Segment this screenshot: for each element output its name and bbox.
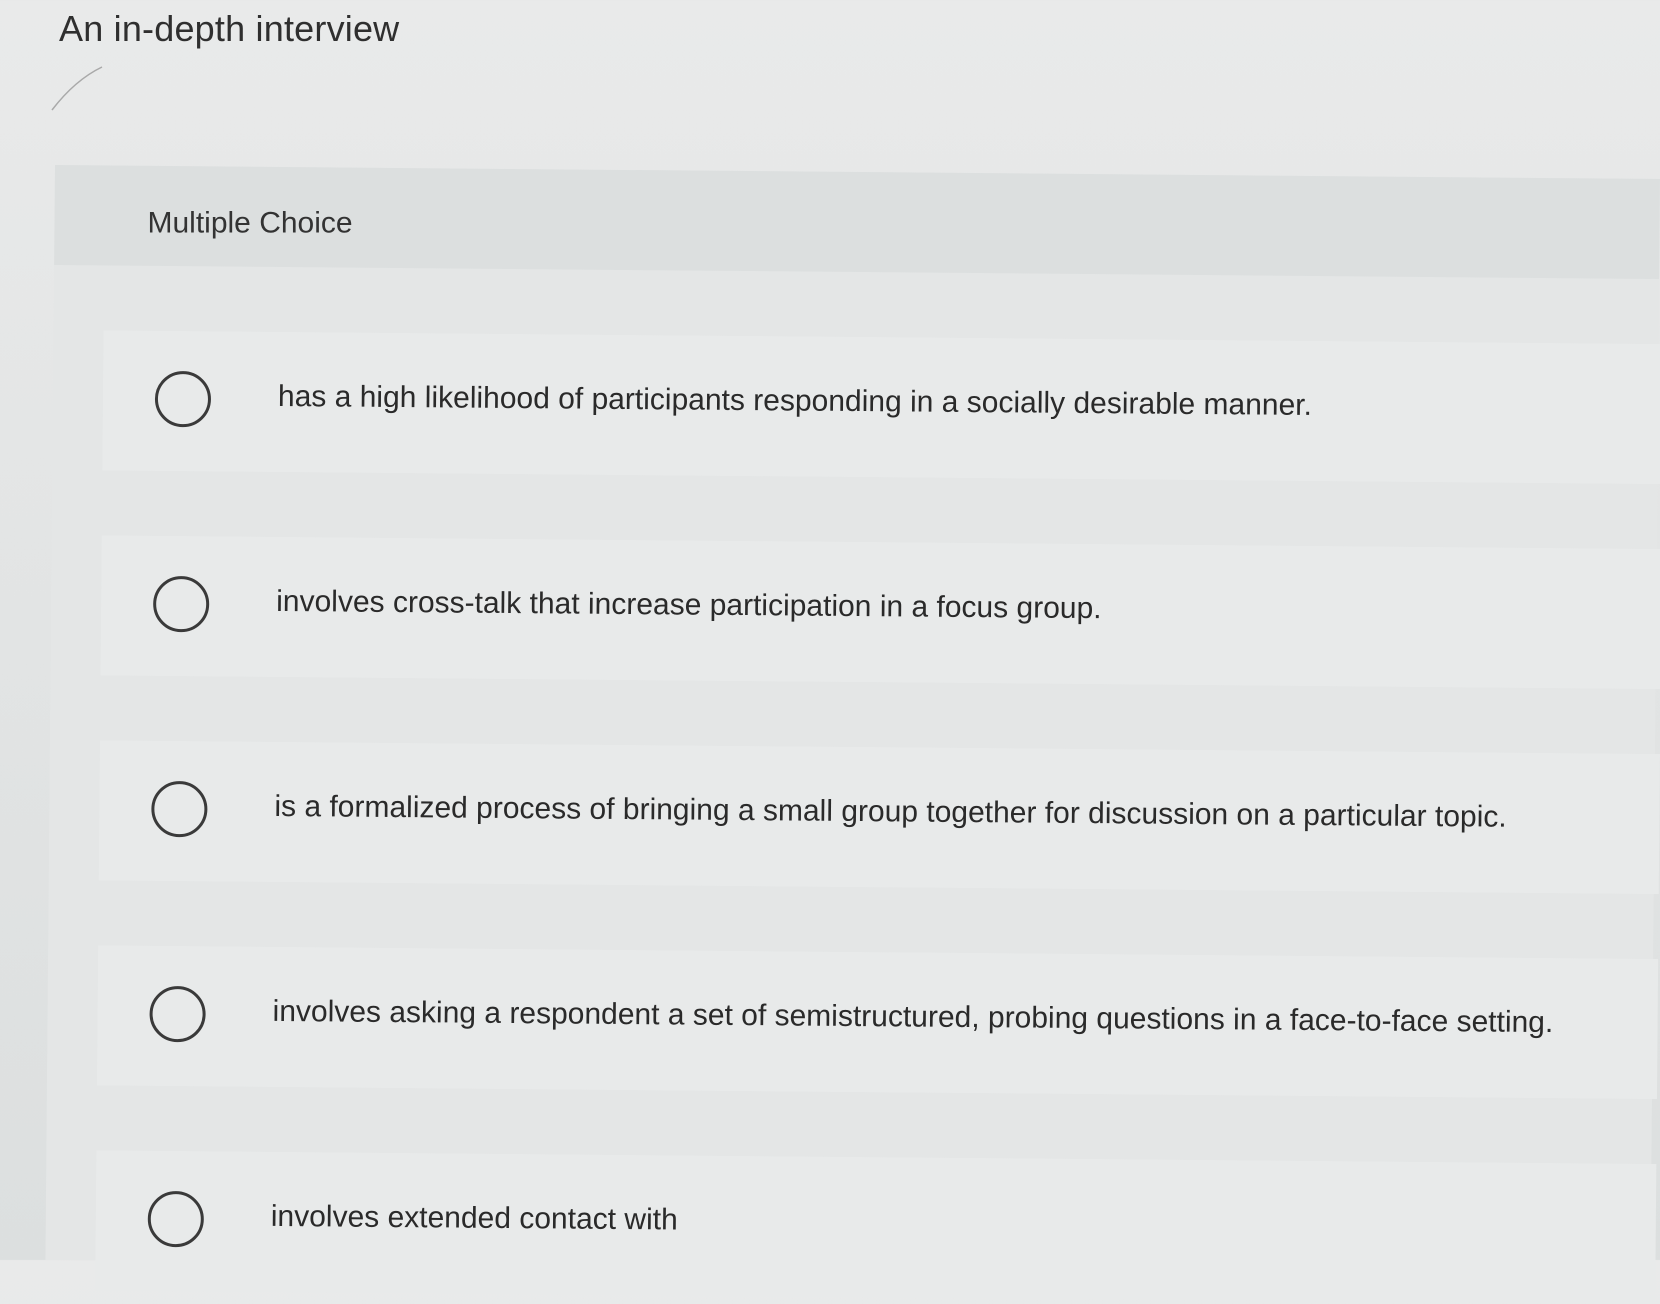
choice-option-4[interactable]: involves asking a respondent a set of se…: [96, 945, 1659, 1100]
choice-option-2[interactable]: involves cross-talk that increase partic…: [100, 535, 1660, 690]
radio-button[interactable]: [154, 370, 212, 428]
pen-mark: [51, 66, 103, 111]
choice-option-1[interactable]: has a high likelihood of participants re…: [102, 330, 1660, 485]
choice-label: involves extended contact with: [270, 1199, 678, 1237]
choice-label: is a formalized process of bringing a sm…: [274, 789, 1507, 834]
choice-option-5[interactable]: involves extended contact with: [95, 1150, 1657, 1304]
question-panel: Multiple Choice has a high likelihood of…: [45, 165, 1660, 1304]
choice-option-3[interactable]: is a formalized process of bringing a sm…: [98, 740, 1660, 895]
radio-button[interactable]: [149, 985, 206, 1043]
radio-button[interactable]: [152, 575, 210, 633]
choice-label: has a high likelihood of participants re…: [277, 379, 1313, 422]
radio-button[interactable]: [151, 780, 208, 838]
choice-label: involves asking a respondent a set of se…: [272, 994, 1554, 1040]
question-prompt: An in-depth interview: [59, 8, 400, 49]
choice-label: involves cross-talk that increase partic…: [276, 584, 1102, 626]
choice-list: has a high likelihood of participants re…: [45, 165, 1660, 1304]
radio-button[interactable]: [147, 1190, 205, 1248]
